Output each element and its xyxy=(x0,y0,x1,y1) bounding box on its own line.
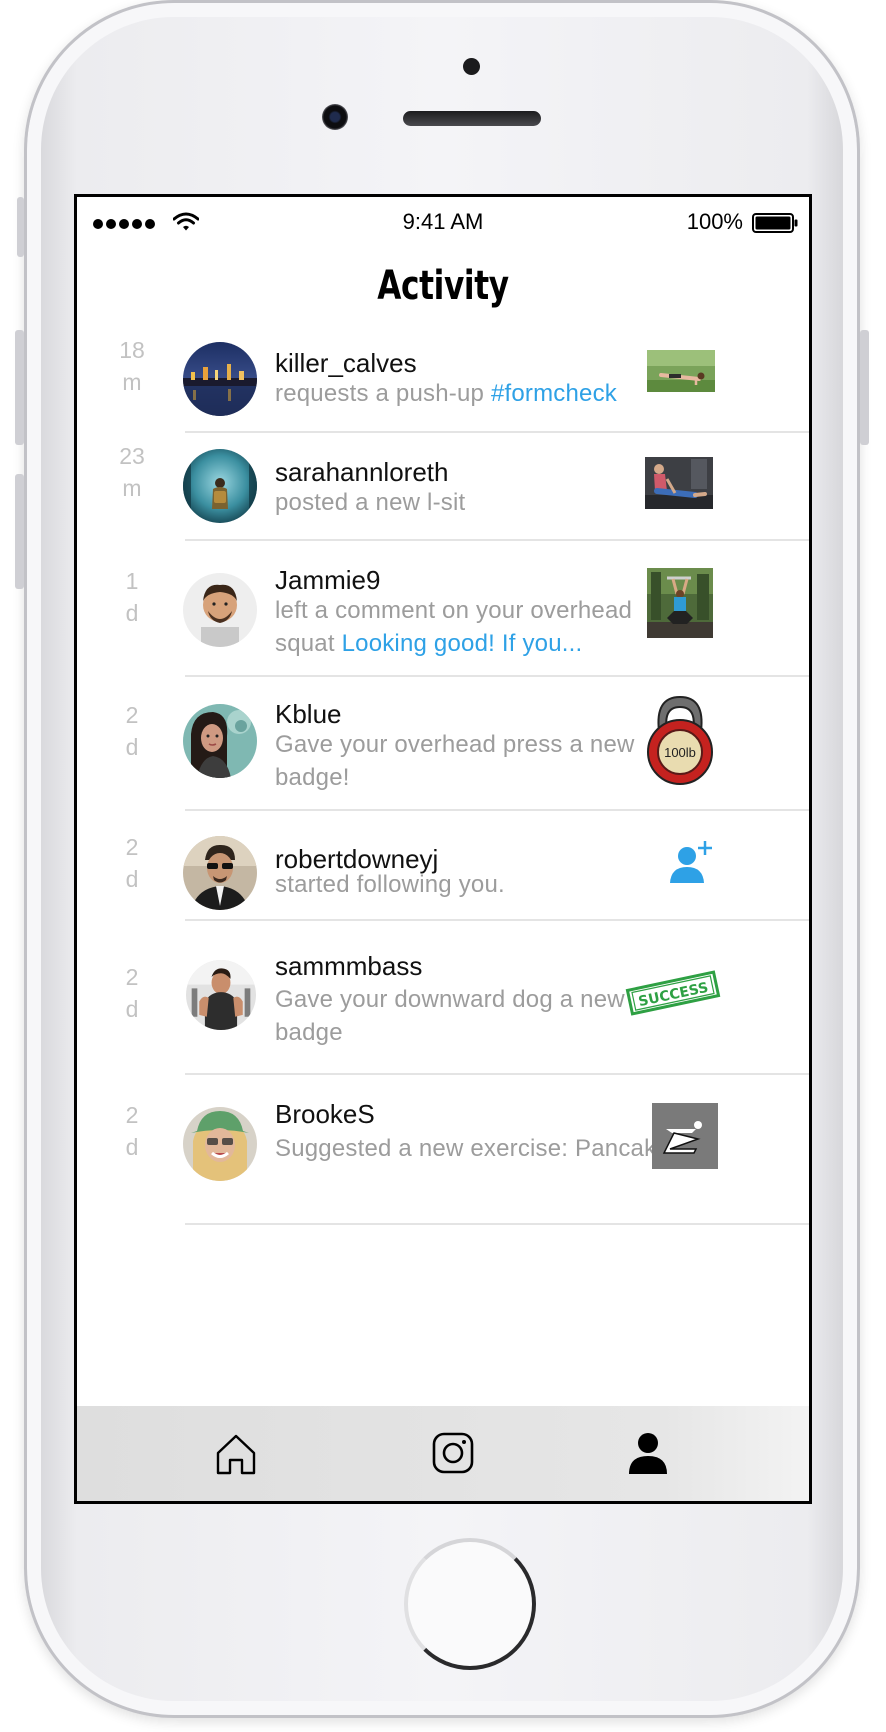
avatar[interactable] xyxy=(183,449,257,523)
front-camera xyxy=(322,104,348,130)
activity-description: Gave your downward dog a new badge xyxy=(275,986,625,1046)
profile-icon xyxy=(629,1433,667,1474)
activity-item[interactable]: 2d robertdowneyj started following you. xyxy=(77,811,809,921)
home-button[interactable] xyxy=(404,1538,536,1670)
tab-profile[interactable] xyxy=(623,1428,673,1478)
activity-item[interactable]: 2d BrookeS Suggested a new exercise: Pan… xyxy=(77,1075,809,1239)
activity-item[interactable]: 23 m sarahannloreth posted a new l-sit xyxy=(77,433,809,541)
volume-down-button xyxy=(15,474,24,589)
battery-icon xyxy=(752,213,798,233)
activity-time: 2d xyxy=(125,834,139,892)
success-stamp[interactable]: SUCCESS xyxy=(623,967,723,1019)
avatar[interactable] xyxy=(183,342,257,416)
home-icon xyxy=(216,1434,256,1475)
badge-label: 100lb xyxy=(664,745,696,760)
activity-time: 18 m xyxy=(119,337,145,395)
app-screen: 9:41 AM 100% Activity 18 m killer_calves… xyxy=(74,194,812,1504)
avatar[interactable] xyxy=(183,836,257,910)
activity-item[interactable]: 18 m killer_calves requests a push-up #fo… xyxy=(77,323,809,433)
avatar[interactable] xyxy=(186,960,256,1030)
hashtag-link[interactable]: #formcheck xyxy=(491,380,617,407)
activity-description: left a comment on your overhead squat Lo… xyxy=(275,597,633,657)
pancake-exercise-icon[interactable] xyxy=(652,1103,718,1169)
proximity-sensor xyxy=(463,58,480,75)
overhead-squat-photo[interactable] xyxy=(647,568,713,638)
volume-up-button xyxy=(15,330,24,445)
avatar[interactable] xyxy=(183,704,257,778)
status-bar: 9:41 AM 100% xyxy=(77,197,809,243)
add-follower-icon[interactable] xyxy=(667,839,717,887)
activity-username[interactable]: Jammie9 xyxy=(275,565,380,596)
activity-time: 1d xyxy=(125,568,139,626)
activity-item[interactable]: 1d Jammie9 left a comment on your overhe… xyxy=(77,541,809,677)
divider xyxy=(185,1223,809,1225)
l-sit-photo[interactable] xyxy=(645,457,713,509)
tab-camera[interactable] xyxy=(428,1428,478,1478)
activity-item[interactable]: 2d sammmbass Gave your downward dog a ne… xyxy=(77,921,809,1075)
instagram-camera-icon xyxy=(432,1432,474,1474)
activity-username[interactable]: sarahannloreth xyxy=(275,457,448,488)
tab-home[interactable] xyxy=(211,1428,261,1478)
activity-username[interactable]: killer_calves xyxy=(275,348,417,379)
avatar[interactable] xyxy=(183,1107,257,1181)
activity-username[interactable]: Kblue xyxy=(275,699,342,730)
power-button xyxy=(860,330,869,445)
activity-username[interactable]: sammmbass xyxy=(275,951,422,982)
page-title: Activity xyxy=(377,263,509,309)
avatar[interactable] xyxy=(183,573,257,647)
kettlebell-badge[interactable]: 100lb xyxy=(645,695,715,787)
activity-description: requests a push-up #formcheck xyxy=(275,380,617,407)
activity-item[interactable]: 2d Kblue Gave your overhead press a new … xyxy=(77,677,809,811)
push-up-photo[interactable] xyxy=(647,350,715,392)
activity-description: posted a new l-sit xyxy=(275,489,466,516)
activity-description: started following you. xyxy=(275,871,505,898)
mute-switch xyxy=(17,197,24,257)
activity-time: 2d xyxy=(125,1102,139,1160)
activity-description: Gave your overhead press a new badge! xyxy=(275,731,635,791)
battery-percent: 100% xyxy=(686,209,743,234)
tab-bar xyxy=(77,1406,809,1501)
activity-username[interactable]: BrookeS xyxy=(275,1099,375,1130)
activity-time: 23 m xyxy=(119,443,145,501)
activity-description: Suggested a new exercise: Pancake xyxy=(275,1135,670,1162)
activity-time: 2d xyxy=(125,702,139,760)
comment-preview-link[interactable]: Looking good! If you... xyxy=(342,630,583,657)
earpiece-speaker xyxy=(403,111,541,126)
activity-time: 2d xyxy=(125,964,139,1022)
